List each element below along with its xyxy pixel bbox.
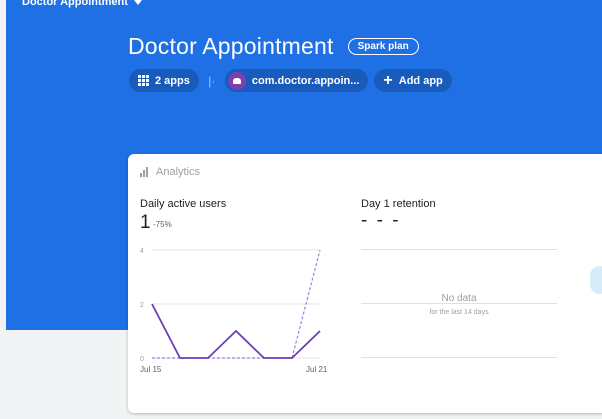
no-data-label: No data xyxy=(441,293,477,304)
dau-delta: -75% xyxy=(153,220,172,229)
dau-chart: 4 2 0 Jul 15 Jul 21 xyxy=(140,248,328,374)
app-chips-row: 2 apps |· com.doctor.appoin... + Add app xyxy=(129,69,452,92)
app-package-label: com.doctor.appoin... xyxy=(251,74,360,87)
card-title: Analytics xyxy=(156,166,201,178)
page-title: Doctor Appointment xyxy=(128,33,334,59)
apps-chip-label: 2 apps xyxy=(155,74,190,87)
title-row: Doctor Appointment Spark plan xyxy=(128,33,419,60)
retention-value: - - - xyxy=(361,210,401,231)
plan-badge[interactable]: Spark plan xyxy=(347,38,419,55)
y-tick-label: 4 xyxy=(140,248,144,255)
no-data-sublabel: for the last 14 days xyxy=(429,309,489,316)
x-tick-label: Jul 15 xyxy=(140,365,162,374)
retention-label: Day 1 retention xyxy=(361,198,436,210)
dau-label: Daily active users xyxy=(140,198,227,210)
project-switcher[interactable]: Doctor Appointment xyxy=(22,0,142,8)
plus-icon: + xyxy=(383,71,393,89)
project-switcher-label: Doctor Appointment xyxy=(22,0,128,8)
analytics-card: Analytics Daily active users 1 -75% 4 2 0 J… xyxy=(128,154,602,413)
y-tick-label: 2 xyxy=(140,302,144,309)
dau-value: 1 xyxy=(140,212,151,233)
android-app-icon xyxy=(227,71,246,90)
add-app-label: Add app xyxy=(398,74,443,87)
app-chip[interactable]: com.doctor.appoin... xyxy=(224,69,369,92)
apps-grid-icon xyxy=(138,75,149,86)
apps-chip[interactable]: 2 apps xyxy=(129,69,199,92)
y-tick-label: 0 xyxy=(140,356,144,363)
card-header[interactable]: Analytics xyxy=(140,166,200,178)
analytics-bar-icon xyxy=(140,167,148,177)
series-line-current xyxy=(151,303,321,359)
android-platform-icon: |· xyxy=(208,73,216,88)
add-app-button[interactable]: + Add app xyxy=(374,69,452,92)
caret-down-icon xyxy=(133,0,142,5)
floating-decoration xyxy=(590,266,602,294)
x-tick-label: Jul 21 xyxy=(306,365,328,374)
